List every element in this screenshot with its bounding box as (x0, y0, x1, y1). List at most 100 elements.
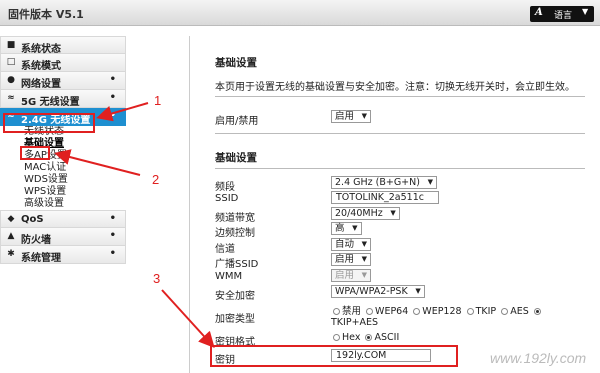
status-icon: ■ (6, 40, 16, 50)
firmware-version: 固件版本 V5.1 (8, 8, 84, 21)
highlight-box-basic (20, 146, 50, 160)
radio-ascii[interactable] (365, 334, 373, 341)
expand-dot-icon: • (109, 230, 116, 241)
key-format-row: 密钥格式 Hex ASCII (215, 332, 400, 348)
encryption-label: 加密类型 (215, 314, 255, 325)
sidebar-item-system-status[interactable]: ■ 系统状态 (0, 36, 126, 55)
enable-select[interactable]: 启用 ▼ (331, 110, 372, 123)
channel-select[interactable]: 自动 ▼ (331, 238, 372, 251)
ssid-row: SSID TOTOLINK_2a511c (215, 191, 585, 206)
band-select[interactable]: 2.4 GHz (B+G+N) ▼ (331, 176, 437, 189)
divider (215, 168, 585, 169)
tkip-aes-label: TKIP+AES (331, 317, 379, 328)
security-label: 安全加密 (215, 291, 255, 302)
sidebar-item-label: 系统状态 (21, 44, 61, 55)
broadcast-select[interactable]: 启用 ▼ (331, 253, 372, 266)
radio-tkip-aes[interactable] (533, 308, 541, 315)
watermark: www.192ly.com (490, 350, 587, 366)
language-button[interactable]: A 语言 ▼ (530, 6, 594, 22)
wmm-row: WMM 启用 ▼ (215, 269, 585, 284)
ssid-input[interactable]: TOTOLINK_2a511c (331, 191, 439, 204)
sideband-select[interactable]: 高 ▼ (331, 222, 362, 235)
chevron-down-icon: ▼ (352, 224, 358, 232)
language-label: 语言 (554, 11, 573, 21)
sidebar-item-system-admin[interactable]: ✱ 系统管理 • (0, 246, 126, 264)
submenu-24g: 无线状态 基础设置 多AP设置 MAC认证 WDS设置 WPS设置 高级设置 (0, 126, 126, 210)
gear-icon: ✱ (7, 249, 15, 259)
wmm-label: WMM (215, 271, 243, 282)
enable-label: 启用/禁用 (215, 116, 259, 127)
page-title: 基础设置 (215, 57, 257, 69)
chevron-down-icon: ▼ (361, 271, 368, 279)
chevron-down-icon: ▼ (582, 7, 589, 16)
submenu-item-wds[interactable]: WDS设置 (0, 174, 126, 186)
chevron-down-icon: ▼ (427, 178, 433, 186)
sidebar: ■ 系统状态 □ 系统模式 ● 网络设置 • ≈ 5G 无线设置 • ≈ 2.4… (0, 36, 126, 264)
enable-row: 启用/禁用 启用 ▼ (215, 110, 585, 127)
sidebar-item-firewall[interactable]: ▲ 防火墙 • (0, 228, 126, 246)
bandwidth-select[interactable]: 20/40MHz ▼ (331, 207, 400, 220)
radio-wep64[interactable] (366, 308, 374, 315)
radio-aes[interactable] (501, 308, 509, 315)
chevron-down-icon: ▼ (390, 209, 396, 217)
chevron-down-icon: ▼ (361, 255, 368, 263)
divider (215, 96, 585, 97)
submenu-item-multi-ap[interactable]: 多AP设置 (0, 150, 126, 162)
expand-dot-icon: • (109, 92, 116, 103)
expand-dot-icon: • (109, 248, 116, 259)
arrow-3 (161, 289, 215, 348)
chevron-down-icon: ▼ (361, 240, 368, 248)
annotation-number-2: 2 (152, 172, 160, 187)
divider (215, 133, 585, 134)
chevron-down-icon: ▼ (361, 112, 368, 120)
page-description: 本页用于设置无线的基础设置与安全加密。注意：切换无线开关时，会立即生效。 (215, 82, 575, 93)
sidebar-item-label: 系统管理 (21, 253, 61, 264)
annotation-number-3: 3 (153, 271, 161, 286)
main-content: 基础设置 本页用于设置无线的基础设置与安全加密。注意：切换无线开关时，会立即生效… (215, 55, 585, 93)
sidebar-item-label: 防火墙 (21, 235, 51, 246)
sideband-label: 边频控制 (215, 228, 255, 239)
chevron-down-icon: ▼ (415, 287, 421, 295)
radio-hex[interactable] (333, 334, 340, 341)
sidebar-item-label: 5G 无线设置 (21, 97, 80, 108)
channel-row: 信道 自动 ▼ (215, 238, 585, 255)
sidebar-item-label: 网络设置 (21, 79, 61, 90)
radio-tkip[interactable] (466, 308, 474, 315)
ssid-label: SSID (215, 193, 239, 204)
sidebar-item-5g-wireless[interactable]: ≈ 5G 无线设置 • (0, 90, 126, 108)
sidebar-item-system-mode[interactable]: □ 系统模式 (0, 54, 126, 72)
highlight-box-24g (3, 113, 95, 133)
wmm-select[interactable]: 启用 ▼ (331, 269, 372, 282)
top-bar: 固件版本 V5.1 A 语言 ▼ (0, 0, 600, 26)
encryption-row: 加密类型 禁用 WEP64 WEP128 TKIP AES TKIP+AES (215, 301, 585, 329)
sidebar-item-qos[interactable]: ◆ QoS • (0, 210, 126, 228)
radio-wep128[interactable] (413, 308, 421, 315)
globe-icon: ● (7, 75, 15, 85)
mode-icon: □ (6, 57, 16, 67)
broadcast-row: 广播SSID 启用 ▼ (215, 253, 585, 270)
annotation-number-1: 1 (154, 93, 162, 108)
submenu-item-advanced[interactable]: 高级设置 (0, 198, 126, 210)
security-select[interactable]: WPA/WPA2-PSK ▼ (331, 285, 425, 298)
expand-dot-icon: • (109, 213, 116, 224)
wifi-icon: ≈ (7, 93, 15, 103)
submenu-item-mac-auth[interactable]: MAC认证 (0, 162, 126, 174)
broadcast-label: 广播SSID (215, 259, 259, 270)
firewall-icon: ▲ (7, 231, 15, 241)
highlight-box-key (210, 345, 458, 367)
security-row: 安全加密 WPA/WPA2-PSK ▼ (215, 285, 585, 302)
language-icon: A (535, 7, 543, 18)
submenu-item-wps[interactable]: WPS设置 (0, 186, 126, 198)
bandwidth-row: 频道带宽 20/40MHz ▼ (215, 207, 585, 224)
sideband-row: 边频控制 高 ▼ (215, 222, 585, 239)
submenu-item-basic-settings[interactable]: 基础设置 (0, 138, 126, 150)
band-row: 频段 2.4 GHz (B+G+N) ▼ (215, 176, 585, 193)
expand-dot-icon: • (109, 110, 116, 121)
expand-dot-icon: • (109, 74, 116, 85)
sidebar-item-label: QoS (21, 214, 44, 225)
sidebar-item-network[interactable]: ● 网络设置 • (0, 72, 126, 90)
sidebar-item-label: 系统模式 (21, 61, 61, 72)
section-title: 基础设置 (215, 152, 257, 164)
radio-disable[interactable] (333, 308, 340, 315)
qos-icon: ◆ (7, 214, 15, 224)
